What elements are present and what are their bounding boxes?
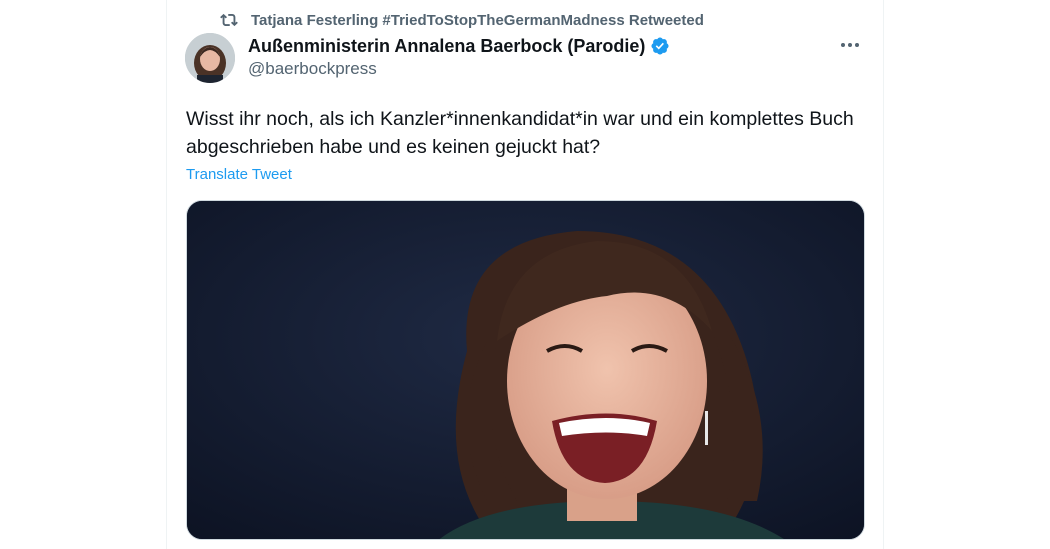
- page: Tatjana Festerling #TriedToStopTheGerman…: [0, 0, 1050, 549]
- retweet-context[interactable]: Tatjana Festerling #TriedToStopTheGerman…: [219, 10, 704, 30]
- avatar[interactable]: [185, 33, 235, 83]
- translate-tweet-link[interactable]: Translate Tweet: [186, 166, 292, 183]
- retweet-text[interactable]: Tatjana Festerling #TriedToStopTheGerman…: [251, 12, 704, 29]
- photo-image: [187, 201, 864, 539]
- author-name-row[interactable]: Außenministerin Annalena Baerbock (Parod…: [248, 34, 670, 58]
- author-handle[interactable]: @baerbockpress: [248, 59, 377, 79]
- more-options-icon[interactable]: [837, 35, 863, 55]
- tweet-photo[interactable]: [186, 200, 865, 540]
- tweet-card[interactable]: Tatjana Festerling #TriedToStopTheGerman…: [166, 0, 884, 549]
- tweet-text: Wisst ihr noch, als ich Kanzler*innenkan…: [186, 108, 854, 158]
- author-name[interactable]: Außenministerin Annalena Baerbock (Parod…: [248, 36, 645, 57]
- verified-badge-icon: [650, 36, 670, 56]
- retweet-icon: [219, 11, 239, 29]
